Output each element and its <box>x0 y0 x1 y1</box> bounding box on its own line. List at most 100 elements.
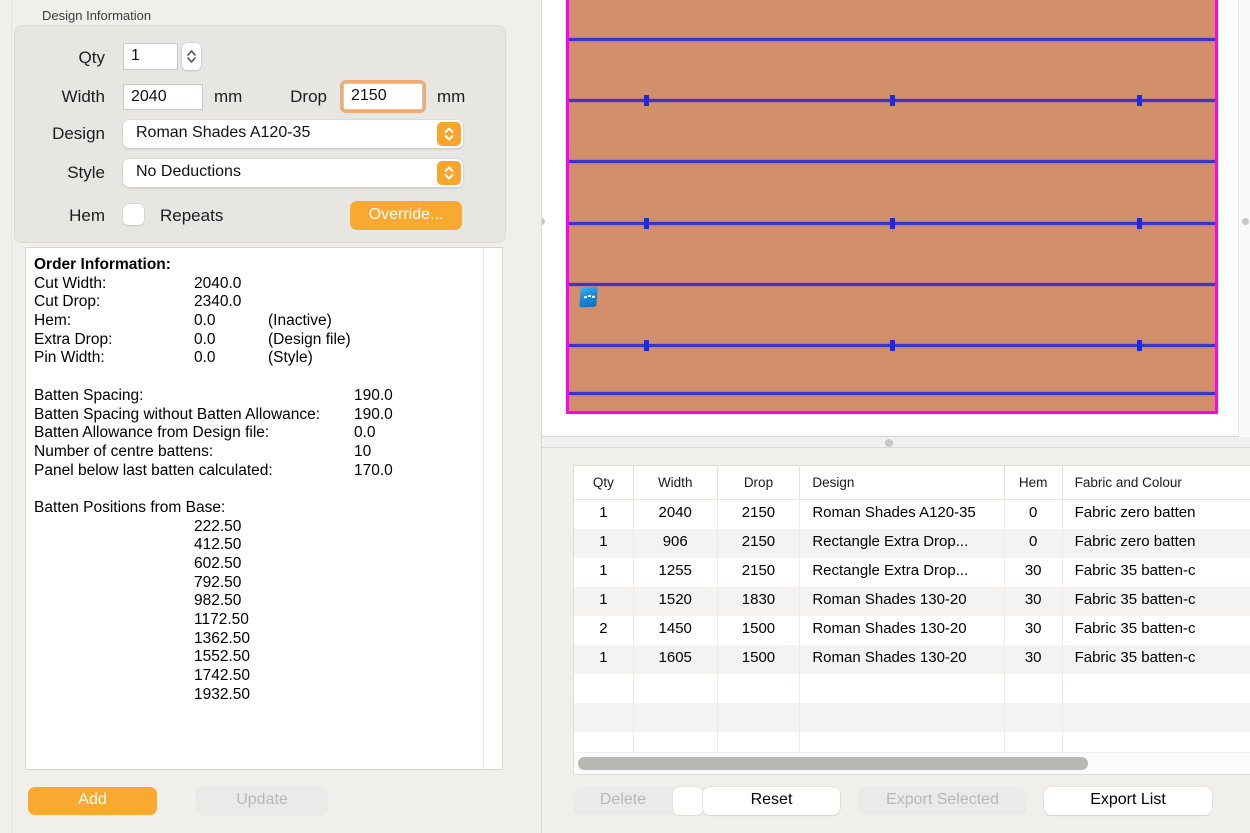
drop-unit-label: mm <box>437 87 465 107</box>
table-horizontal-scrollbar-thumb[interactable] <box>578 757 1088 770</box>
table-row[interactable]: 120402150Roman Shades A120-350Fabric zer… <box>574 500 1250 529</box>
drop-input[interactable]: 2150 <box>343 83 423 110</box>
batten-position-value: 222.50 <box>34 518 480 537</box>
batten-line <box>569 283 1215 286</box>
delete-button[interactable]: Delete <box>573 791 673 809</box>
order-info-row: Extra Drop:0.0(Design file) <box>34 331 480 350</box>
fabric-panel <box>566 0 1218 414</box>
order-list-table: Qty Width Drop Design Hem Fabric and Col… <box>573 465 1250 775</box>
delete-reset-button-group: Delete Reset <box>573 787 840 815</box>
design-label: Design <box>30 124 105 144</box>
hem-checkbox[interactable] <box>123 204 144 225</box>
order-information-box: Order Information: Cut Width:2040.0 Cut … <box>25 247 503 770</box>
batten-line <box>569 392 1215 395</box>
column-header-hem[interactable]: Hem <box>1005 466 1063 499</box>
design-popup[interactable]: Roman Shades A120-35 <box>123 120 463 148</box>
order-info-row: Cut Width:2040.0 <box>34 275 480 294</box>
hem-label: Hem <box>30 206 105 226</box>
order-info-row: Number of centre battens:10 <box>34 443 480 462</box>
column-header-qty[interactable]: Qty <box>574 466 634 499</box>
width-unit-label: mm <box>214 87 242 107</box>
style-label: Style <box>30 163 105 183</box>
table-row[interactable]: 115201830Roman Shades 130-2030Fabric 35 … <box>574 587 1250 616</box>
batten-tick <box>890 340 895 351</box>
batten-position-value: 792.50 <box>34 574 480 593</box>
export-list-button[interactable]: Export List <box>1044 787 1212 815</box>
fabric-swatch-icon[interactable] <box>579 287 597 308</box>
batten-tick <box>890 218 895 229</box>
canvas-vertical-scrollbar-thumb[interactable] <box>1242 218 1249 225</box>
batten-position-value: 1932.50 <box>34 686 480 705</box>
batten-tick <box>644 340 649 351</box>
width-input[interactable]: 2040 <box>123 84 203 110</box>
update-button[interactable]: Update <box>197 787 327 815</box>
batten-tick <box>1137 340 1142 351</box>
splitter-handle-icon[interactable] <box>885 439 893 447</box>
column-header-width[interactable]: Width <box>634 466 718 499</box>
batten-position-value: 1362.50 <box>34 630 480 649</box>
export-selected-button[interactable]: Export Selected <box>858 787 1027 815</box>
order-info-row: Panel below last batten calculated:170.0 <box>34 462 480 481</box>
table-row-empty[interactable] <box>574 703 1250 732</box>
batten-positions-title: Batten Positions from Base: <box>34 499 480 518</box>
reset-button[interactable]: Reset <box>703 787 840 815</box>
batten-tick <box>890 95 895 106</box>
canvas-vertical-scrollbar-track[interactable] <box>1238 0 1250 437</box>
design-information-group-label: Design Information <box>42 8 151 23</box>
style-popup[interactable]: No Deductions <box>123 159 463 187</box>
left-edge-divider <box>11 0 12 833</box>
qty-label: Qty <box>40 48 105 68</box>
column-header-drop[interactable]: Drop <box>718 466 801 499</box>
table-row[interactable]: 214501500Roman Shades 130-2030Fabric 35 … <box>574 616 1250 645</box>
table-row[interactable]: 19062150Rectangle Extra Drop...0Fabric z… <box>574 529 1250 558</box>
table-row-empty[interactable] <box>574 674 1250 703</box>
table-row[interactable]: 116051500Roman Shades 130-2030Fabric 35 … <box>574 645 1250 674</box>
design-popup-value: Roman Shades A120-35 <box>136 124 310 141</box>
order-info-scrollbar-track[interactable] <box>483 248 502 769</box>
batten-position-value: 1552.50 <box>34 648 480 667</box>
batten-tick <box>644 218 649 229</box>
batten-line <box>569 38 1215 41</box>
chevron-up-icon <box>187 50 196 56</box>
batten-line <box>569 222 1215 225</box>
shade-preview-canvas[interactable] <box>542 0 1238 437</box>
chevron-down-icon <box>187 57 196 63</box>
column-header-design[interactable]: Design <box>800 466 1004 499</box>
design-popup-chevrons-icon <box>437 122 461 146</box>
batten-line <box>569 160 1215 163</box>
style-popup-chevrons-icon <box>437 161 461 185</box>
order-info-title: Order Information: <box>34 256 480 275</box>
column-header-fabric[interactable]: Fabric and Colour <box>1063 466 1250 499</box>
order-info-row: Batten Allowance from Design file:0.0 <box>34 424 480 443</box>
order-info-row: Pin Width:0.0(Style) <box>34 349 480 368</box>
qty-stepper[interactable] <box>182 43 201 70</box>
order-info-row: Hem:0.0(Inactive) <box>34 312 480 331</box>
app-window: Design Information Qty 1 Width 2040 mm D… <box>0 0 1250 833</box>
table-row[interactable]: 112552150Rectangle Extra Drop...30Fabric… <box>574 558 1250 587</box>
batten-position-value: 982.50 <box>34 592 480 611</box>
table-horizontal-scrollbar-track[interactable] <box>574 752 1250 774</box>
batten-position-value: 602.50 <box>34 555 480 574</box>
width-label: Width <box>30 87 105 107</box>
batten-tick <box>1137 218 1142 229</box>
order-info-row: Cut Drop:2340.0 <box>34 293 480 312</box>
table-header-row: Qty Width Drop Design Hem Fabric and Col… <box>574 466 1250 500</box>
repeats-label: Repeats <box>160 206 223 226</box>
override-button[interactable]: Override... <box>350 201 462 230</box>
batten-position-value: 412.50 <box>34 536 480 555</box>
pane-splitter[interactable] <box>542 437 1250 448</box>
add-button[interactable]: Add <box>28 787 157 815</box>
delete-reset-separator-button[interactable] <box>673 787 703 815</box>
batten-position-value: 1742.50 <box>34 667 480 686</box>
qty-input[interactable]: 1 <box>123 43 178 70</box>
table-row-empty[interactable] <box>574 732 1250 754</box>
canvas-left-scroll-indicator <box>542 218 545 225</box>
order-info-row: Batten Spacing:190.0 <box>34 387 480 406</box>
batten-position-value: 1172.50 <box>34 611 480 630</box>
batten-line <box>569 99 1215 102</box>
batten-tick <box>1137 95 1142 106</box>
batten-tick <box>644 95 649 106</box>
style-popup-value: No Deductions <box>136 163 241 180</box>
order-info-row: Batten Spacing without Batten Allowance:… <box>34 406 480 425</box>
batten-line <box>569 344 1215 347</box>
